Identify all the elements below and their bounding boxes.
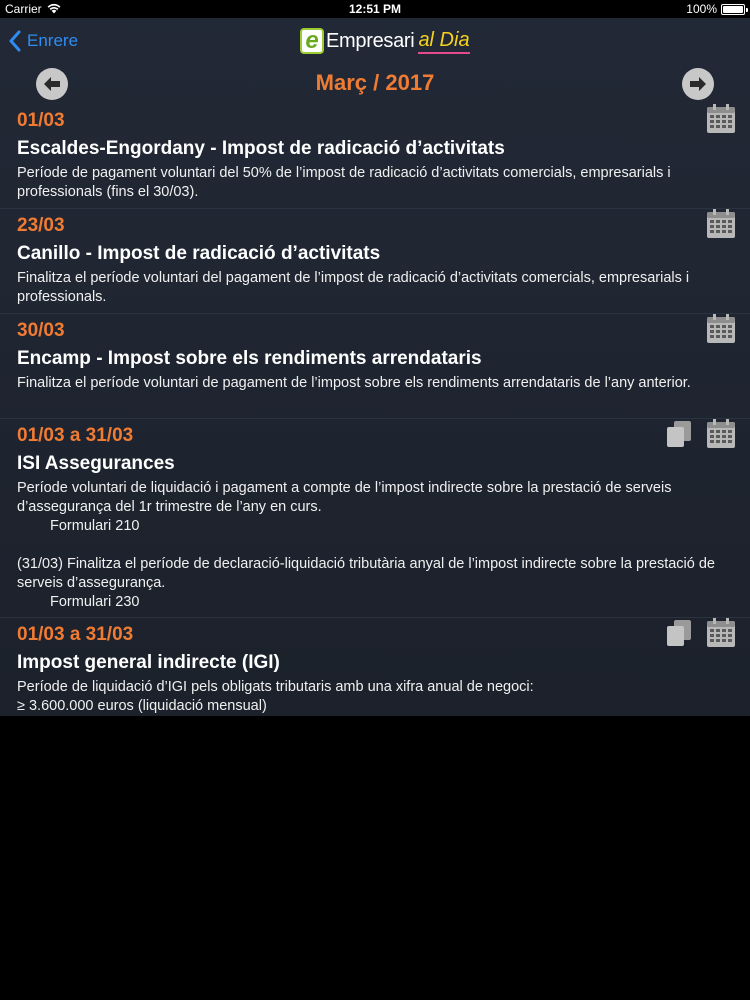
logo-accent-text: al Dia [418, 29, 470, 54]
back-button-label: Enrere [27, 31, 79, 50]
item-date: 01/03 a 31/03 [17, 624, 134, 645]
arrow-right-icon [690, 77, 706, 91]
list-item[interactable]: 01/03 a 31/03 Impost general indirecte (… [0, 618, 750, 716]
calendar-list: 01/03 Escaldes-Engordany - Impost de rad… [0, 104, 750, 716]
next-month-button[interactable] [682, 68, 714, 100]
item-title: Impost general indirecte (IGI) [17, 652, 280, 673]
item-description: Període voluntari de liquidació i pagame… [17, 480, 672, 515]
item-description: Finalitza el període voluntari de pagame… [17, 375, 691, 391]
item-date: 01/03 [17, 110, 65, 131]
app-screen: Carrier 12:51 PM 100% Enrere e Empresari… [0, 0, 750, 716]
battery-percent: 100% [686, 2, 717, 16]
status-bar: Carrier 12:51 PM 100% [0, 0, 750, 18]
list-item[interactable]: 30/03 Encamp - Impost sobre els rendimen… [0, 314, 750, 419]
item-date: 30/03 [17, 320, 65, 341]
month-title: Març / 2017 [315, 70, 435, 95]
list-item[interactable]: 01/03 a 31/03 ISI Assegurances Període v… [0, 419, 750, 618]
back-button[interactable]: Enrere [8, 30, 78, 52]
item-form-label: Formulari 210 [50, 518, 140, 534]
calendar-icon[interactable] [706, 618, 736, 648]
item-date: 23/03 [17, 215, 65, 236]
logo-text: Empresari [326, 29, 415, 52]
copy-icon[interactable] [664, 419, 694, 449]
battery-icon [721, 4, 748, 15]
copy-icon[interactable] [664, 618, 694, 648]
item-title: Canillo - Impost de radicació d’activita… [17, 243, 381, 264]
item-title: ISI Assegurances [17, 453, 175, 474]
item-date: 01/03 a 31/03 [17, 425, 134, 446]
clock-label: 12:51 PM [348, 2, 402, 16]
item-description-secondary: (31/03) Finalitza el període de declarac… [17, 556, 715, 591]
calendar-icon[interactable] [706, 104, 736, 134]
item-description-line2: ≥ 3.600.000 euros (liquidació mensual) [17, 698, 267, 714]
calendar-icon[interactable] [706, 419, 736, 449]
chevron-left-icon [9, 30, 21, 52]
item-description: Finalitza el període voluntari del pagam… [17, 270, 690, 305]
list-item[interactable]: 23/03 Canillo - Impost de radicació d’ac… [0, 209, 750, 314]
item-title: Escaldes-Engordany - Impost de radicació… [17, 138, 505, 159]
calendar-icon[interactable] [706, 314, 736, 344]
item-description: Període de liquidació d’IGI pels obligat… [17, 679, 534, 695]
item-description: Període de pagament voluntari del 50% de… [17, 165, 671, 200]
item-title: Encamp - Impost sobre els rendiments arr… [17, 348, 482, 369]
app-logo: e Empresari al Dia [300, 27, 470, 55]
calendar-icon[interactable] [706, 209, 736, 239]
navigation-bar: Enrere e Empresari al Dia [0, 18, 750, 64]
logo-e-icon: e [300, 28, 324, 54]
item-form-label-secondary: Formulari 230 [50, 594, 140, 610]
month-header: Març / 2017 [0, 64, 750, 104]
list-item[interactable]: 01/03 Escaldes-Engordany - Impost de rad… [0, 104, 750, 209]
